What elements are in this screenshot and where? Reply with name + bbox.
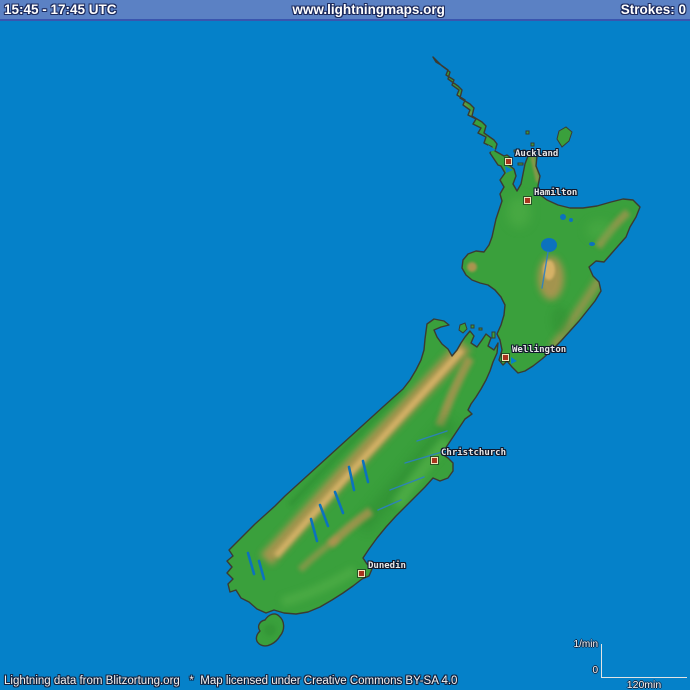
strokes-counter: Strokes: 0 [621,0,686,19]
city-label: Wellington [512,345,566,355]
city-marker [524,197,531,204]
durville-island [459,323,467,333]
city-marker [505,158,512,165]
lake-taupo [541,238,557,252]
landmass-fill [227,57,640,646]
scale-ymax-label: 1/min [574,639,598,650]
city-label: Dunedin [368,561,406,571]
city-marker [502,354,509,361]
kapiti-island [492,332,495,338]
city-marker [431,457,438,464]
scale-x-axis [601,677,687,678]
site-title: www.lightningmaps.org [292,0,445,19]
scale-ymin-label: 0 [592,665,598,676]
time-range-label: 15:45 - 17:45 UTC [4,0,117,19]
city-label: Hamilton [534,188,577,198]
attribution-text: Lightning data from Blitzortung.org * Ma… [4,675,457,687]
header-bar: 15:45 - 17:45 UTC www.lightningmaps.org … [0,0,690,21]
stroke-rate-scale: 1/min 0 120min [558,634,690,690]
great-barrier-island [557,127,572,147]
city-label: Christchurch [441,448,506,458]
new-zealand-map[interactable] [0,0,690,690]
city-marker [358,570,365,577]
lightning-map-viewport: 15:45 - 17:45 UTC www.lightningmaps.org … [0,0,690,690]
terrain-relief [264,87,628,636]
scale-y-axis [601,644,602,677]
city-label: Auckland [515,149,558,159]
scale-x-axis-label: 120min [601,679,687,690]
